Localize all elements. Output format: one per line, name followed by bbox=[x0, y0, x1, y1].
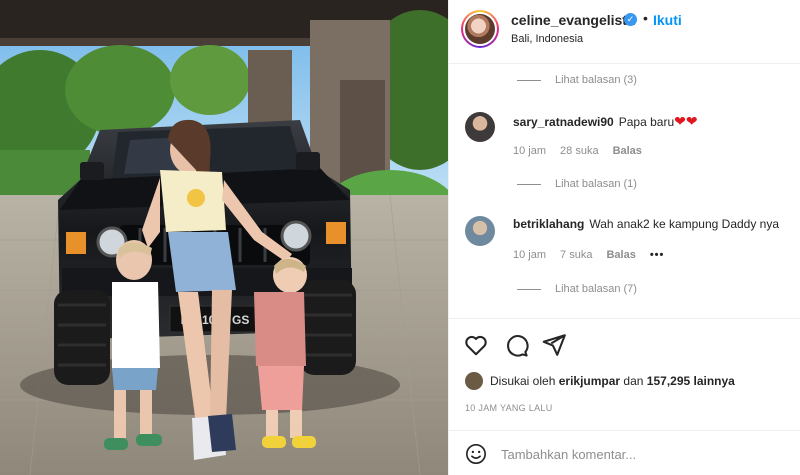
profile-avatar[interactable] bbox=[461, 10, 499, 48]
view-replies-button[interactable]: Lihat balasan (7) bbox=[517, 283, 637, 295]
comment-time[interactable]: 10 jam bbox=[513, 145, 546, 157]
comment-body: Wah anak2 ke kampung Daddy nya bbox=[589, 217, 780, 231]
comments-list: Lihat balasan (3) sary_ratnadewi90 Papa b… bbox=[449, 64, 800, 318]
header-separator: • bbox=[643, 10, 648, 26]
likes-count[interactable]: 157,295 lainnya bbox=[647, 374, 735, 388]
comment-input[interactable] bbox=[501, 441, 761, 467]
comment-meta: 10 jam 28 suka Balas bbox=[513, 145, 656, 157]
commenter-username[interactable]: sary_ratnadewi90 bbox=[513, 115, 614, 129]
comment-body: Papa baru bbox=[618, 115, 675, 129]
view-replies-label: Lihat balasan (7) bbox=[555, 283, 637, 295]
replies-divider-line bbox=[517, 79, 541, 81]
post-side-panel: celine_evangelista ✓ • Ikuti Bali, Indon… bbox=[448, 0, 800, 475]
likes-conjunction: dan bbox=[623, 374, 644, 388]
replies-divider-line bbox=[517, 288, 541, 290]
smiley-icon[interactable] bbox=[465, 443, 487, 465]
likes-prefix: Disukai oleh bbox=[490, 374, 556, 388]
commenter-username[interactable]: betriklahang bbox=[513, 217, 584, 231]
post-photo[interactable]: BG 1000 GS bbox=[0, 0, 448, 475]
more-options-icon[interactable]: ••• bbox=[650, 249, 665, 261]
add-comment-bar bbox=[449, 430, 800, 475]
likes-summary: Disukai oleh erikjumpar dan 157,295 lain… bbox=[465, 372, 735, 390]
post-header: celine_evangelista ✓ • Ikuti Bali, Indon… bbox=[449, 0, 800, 64]
commenter-avatar[interactable] bbox=[465, 216, 495, 246]
reply-button[interactable]: Balas bbox=[613, 145, 642, 157]
view-replies-label: Lihat balasan (1) bbox=[555, 178, 637, 190]
view-replies-label: Lihat balasan (3) bbox=[555, 74, 637, 86]
comment-text: betriklahang Wah anak2 ke kampung Daddy n… bbox=[513, 217, 779, 231]
liker-username[interactable]: erikjumpar bbox=[559, 374, 620, 388]
follow-button[interactable]: Ikuti bbox=[653, 12, 682, 28]
post-timestamp[interactable]: 10 JAM YANG LALU bbox=[465, 403, 553, 413]
comment-bubble-icon[interactable] bbox=[503, 332, 529, 358]
comment-likes[interactable]: 7 suka bbox=[560, 249, 592, 261]
liker-avatar[interactable] bbox=[465, 372, 483, 390]
view-replies-button[interactable]: Lihat balasan (3) bbox=[517, 74, 637, 86]
verified-badge-icon: ✓ bbox=[624, 13, 637, 26]
comment-time[interactable]: 10 jam bbox=[513, 249, 546, 261]
post-actions-bar bbox=[449, 318, 800, 370]
post-author-username[interactable]: celine_evangelista bbox=[511, 12, 635, 28]
comment-text: sary_ratnadewi90 Papa baru❤❤ bbox=[513, 113, 698, 130]
comment-likes[interactable]: 28 suka bbox=[560, 145, 599, 157]
heart-icon[interactable] bbox=[463, 332, 489, 358]
photo-illustration: BG 1000 GS bbox=[0, 0, 448, 475]
replies-divider-line bbox=[517, 183, 541, 185]
view-replies-button[interactable]: Lihat balasan (1) bbox=[517, 178, 637, 190]
heart-emoji-icon: ❤❤ bbox=[674, 113, 698, 129]
commenter-avatar[interactable] bbox=[465, 112, 495, 142]
reply-button[interactable]: Balas bbox=[606, 249, 635, 261]
comment-meta: 10 jam 7 suka Balas ••• bbox=[513, 249, 678, 261]
paper-plane-icon[interactable] bbox=[541, 332, 567, 358]
post-location[interactable]: Bali, Indonesia bbox=[511, 33, 583, 45]
